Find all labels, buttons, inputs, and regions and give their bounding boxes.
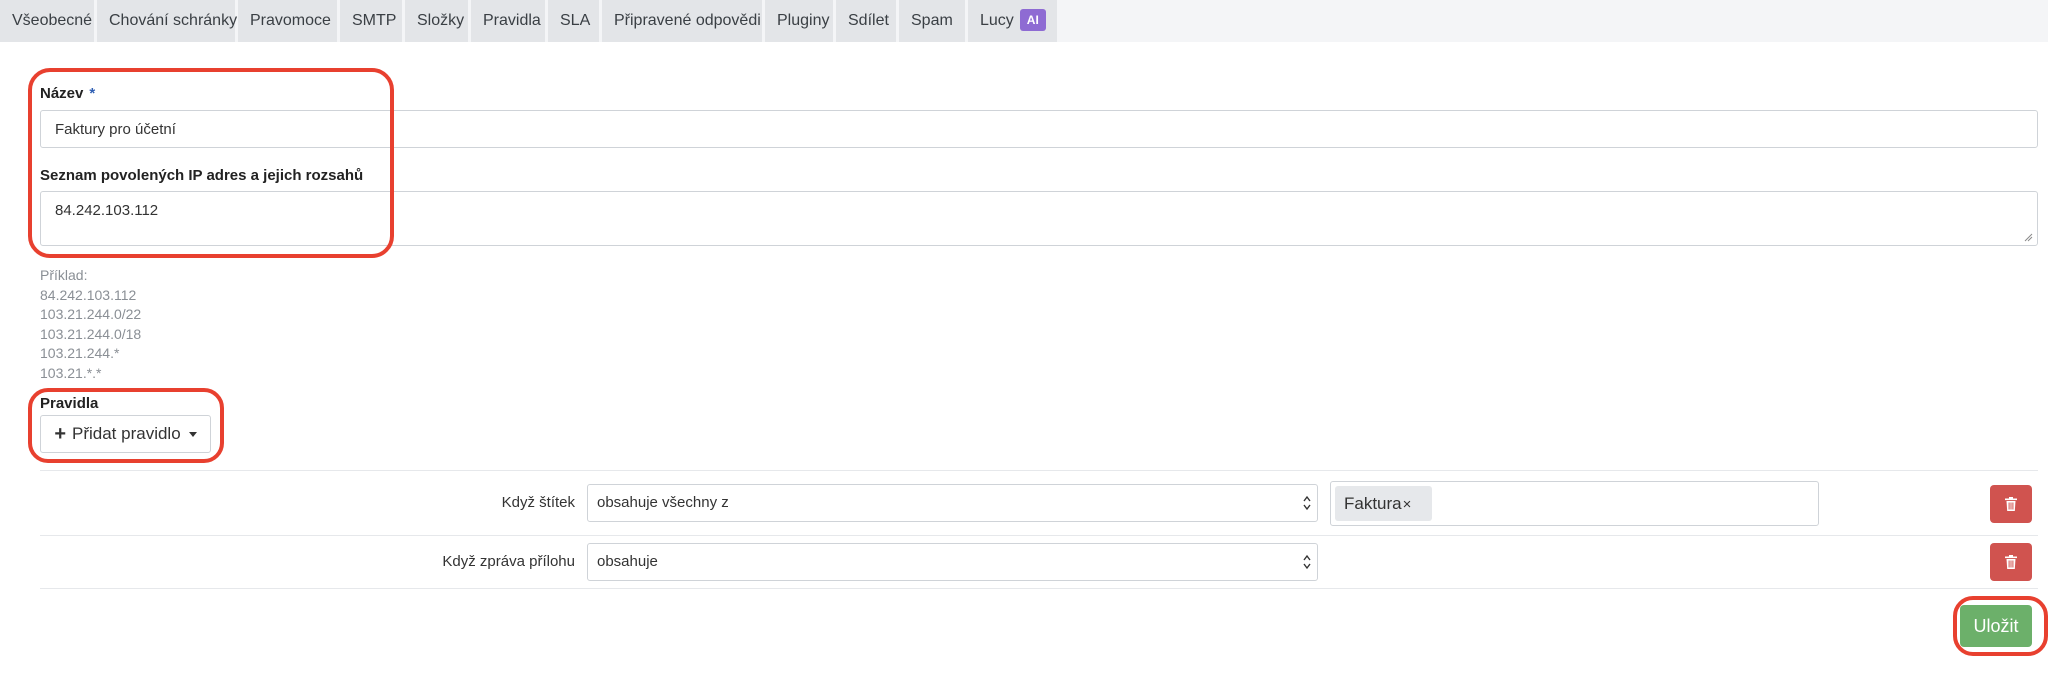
divider [40,588,2038,589]
help-title: Příklad: [40,267,88,283]
tab-label: Pravidla [483,12,541,29]
tab-sdilet[interactable]: Sdílet [836,0,896,42]
rule-operator-select[interactable]: obsahuje všechny z [587,484,1318,522]
help-example: 84.242.103.112 [40,286,137,303]
tab-spam[interactable]: Spam [899,0,965,42]
rule-operator-value: obsahuje všechny z [597,494,729,511]
settings-tabs: Všeobecné Chování schránky Pravomoce SMT… [0,0,2048,42]
add-rule-label: Přidat pravidlo [72,424,181,443]
name-label: Název * [40,85,95,102]
help-example: 103.21.244.0/22 [40,306,142,323]
save-button[interactable]: Uložit [1960,605,2032,647]
select-arrows-icon [1303,495,1311,511]
help-example: 103.21.*.* [40,364,102,381]
tab-smtp[interactable]: SMTP [340,0,402,42]
tab-pripravene-odpovedi[interactable]: Připravené odpovědi [602,0,762,42]
plus-icon: + [54,423,66,445]
select-arrows-icon [1303,554,1311,570]
delete-rule-button[interactable] [1990,485,2032,523]
tab-slozky[interactable]: Složky [405,0,468,42]
tab-label: Všeobecné [12,12,93,29]
tab-label: SMTP [352,12,397,29]
add-rule-button[interactable]: + Přidat pravidlo [40,415,211,453]
rule-operator-select[interactable]: obsahuje [587,543,1318,581]
tab-lucy[interactable]: Lucy AI [968,0,1057,42]
ip-list-label: Seznam povolených IP adres a jejich rozs… [40,167,364,184]
ai-badge: AI [1019,8,1046,31]
tab-label: Pravomoce [250,12,331,29]
tab-pluginy[interactable]: Pluginy [765,0,833,42]
ip-help-text: Příklad: 84.242.103.112 103.21.244.0/22 … [40,266,141,384]
tab-chovani-schranky[interactable]: Chování schránky [97,0,238,42]
resize-grip-icon[interactable] [2023,232,2033,242]
tab-label: Chování schránky [109,12,238,29]
divider [40,470,2038,471]
name-label-text: Název [40,85,84,102]
trash-icon [2005,497,2017,511]
help-example: 103.21.244.* [40,345,120,362]
tab-label: Spam [911,12,953,29]
rule-operator-value: obsahuje [597,553,658,570]
tab-label: SLA [560,12,591,29]
trash-icon [2005,555,2017,569]
tab-pravomoce[interactable]: Pravomoce [238,0,337,42]
help-example: 103.21.244.0/18 [40,325,142,342]
rule-condition-label: Když štítek [501,494,575,511]
tag-remove-icon[interactable]: × [1403,496,1412,513]
tab-label: Připravené odpovědi [614,12,761,29]
name-input[interactable] [40,110,2038,148]
caret-down-icon [188,431,197,437]
tab-label: Sdílet [848,12,889,29]
tab-label: Lucy [980,12,1014,29]
rule-condition-label: Když zpráva přílohu [442,553,575,570]
ip-list-textarea[interactable]: 84.242.103.112 [40,191,2038,246]
divider [40,535,2038,536]
rules-label: Pravidla [40,395,99,412]
tab-vseobecne[interactable]: Všeobecné [0,0,94,42]
tag-chip: Faktura× [1335,486,1433,521]
tab-pravidla[interactable]: Pravidla [471,0,545,42]
tag-chip-label: Faktura [1344,494,1402,513]
required-mark: * [89,85,96,102]
delete-rule-button[interactable] [1990,543,2032,581]
tab-label: Pluginy [777,12,830,29]
tag-input[interactable]: Faktura× [1330,481,1819,526]
tab-sla[interactable]: SLA [548,0,599,42]
tab-label: Složky [417,12,465,29]
